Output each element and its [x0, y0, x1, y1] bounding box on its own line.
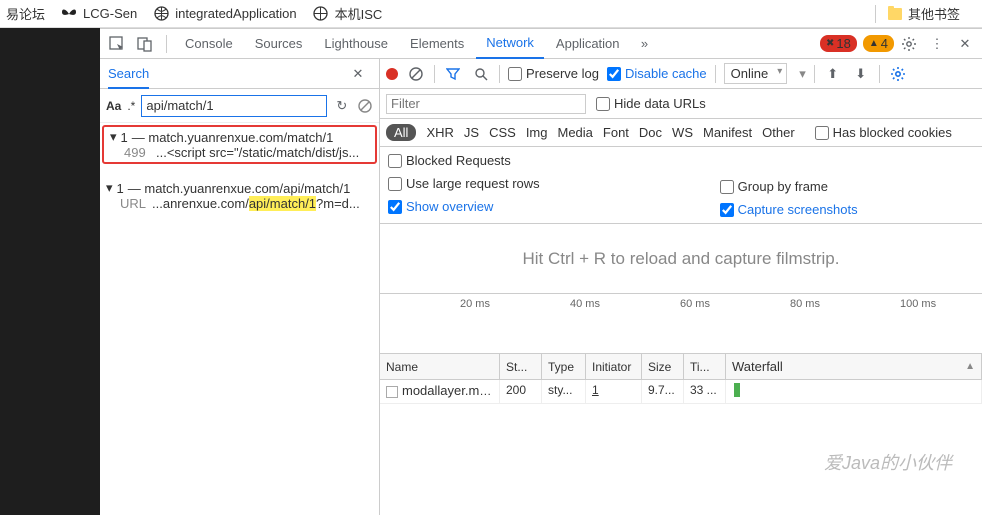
show-overview-checkbox[interactable]: Show overview	[388, 199, 540, 214]
filter-img[interactable]: Img	[526, 125, 548, 140]
blocked-cookies-checkbox[interactable]: Has blocked cookies	[815, 125, 952, 140]
filter-media[interactable]: Media	[557, 125, 592, 140]
network-settings-icon[interactable]	[888, 64, 908, 84]
devtools-tabs: Console Sources Lighthouse Elements Netw…	[100, 29, 982, 59]
bookmark-1[interactable]: 易论坛	[6, 4, 45, 23]
bookmark-2[interactable]: LCG-Sen	[61, 6, 137, 22]
folder-icon	[888, 8, 902, 20]
blocked-requests-checkbox[interactable]: Blocked Requests	[388, 153, 540, 168]
bookmark-4[interactable]: 本机ISC	[313, 4, 383, 23]
filter-css[interactable]: CSS	[489, 125, 516, 140]
filter-ws[interactable]: WS	[672, 125, 693, 140]
bookmark-3[interactable]: integratedApplication	[153, 6, 296, 22]
download-har-icon[interactable]: ⬇	[851, 64, 871, 84]
warning-count-badge[interactable]: ▲4	[863, 35, 894, 52]
devtools: Console Sources Lighthouse Elements Netw…	[100, 28, 982, 515]
clear-icon[interactable]	[406, 64, 426, 84]
table-row[interactable]: modallayer.mi... 200 sty... 1 9.7... 33 …	[380, 380, 982, 404]
filter-input[interactable]	[386, 94, 586, 114]
upload-har-icon[interactable]: ⬆	[823, 64, 843, 84]
kebab-icon[interactable]: ⋮	[924, 31, 950, 57]
watermark-text: 爱Java的小伙伴	[824, 449, 952, 475]
inspect-icon[interactable]	[104, 31, 130, 57]
tab-lighthouse[interactable]: Lighthouse	[314, 29, 398, 59]
tab-network[interactable]: Network	[476, 29, 544, 59]
filter-all[interactable]: All	[386, 124, 416, 141]
filter-font[interactable]: Font	[603, 125, 629, 140]
request-type-filters: All XHR JS CSS Img Media Font Doc WS Man…	[380, 119, 982, 147]
col-size[interactable]: Size	[642, 354, 684, 379]
clear-search-icon[interactable]	[356, 93, 373, 119]
requests-table: Name St... Type Initiator Size Ti... Wat…	[380, 354, 982, 515]
butterfly-icon	[61, 6, 77, 22]
globe-icon	[313, 6, 329, 22]
col-initiator[interactable]: Initiator	[586, 354, 642, 379]
regex-toggle[interactable]: .*	[127, 99, 135, 113]
device-icon[interactable]	[132, 31, 158, 57]
throttling-select[interactable]: Online	[724, 63, 788, 84]
settings-gear-icon[interactable]	[896, 31, 922, 57]
timeline-overview[interactable]: 20 ms 40 ms 60 ms 80 ms 100 ms	[380, 294, 982, 354]
col-name[interactable]: Name	[380, 354, 500, 379]
network-panel: Preserve log Disable cache Online ▾ ⬆ ⬇ …	[380, 59, 982, 515]
search-net-icon[interactable]	[471, 64, 491, 84]
globe-icon	[153, 6, 169, 22]
search-panel: Search ✕ Aa .* ↻ ▾1— match.yuanrenxue.co…	[100, 59, 380, 515]
filmstrip-hint: Hit Ctrl + R to reload and capture films…	[380, 224, 982, 294]
filter-icon[interactable]	[443, 64, 463, 84]
search-result-group-2[interactable]: ▾1— match.yuanrenxue.com/api/match/1 URL…	[100, 178, 379, 213]
more-tabs-icon[interactable]: »	[632, 31, 658, 57]
filter-xhr[interactable]: XHR	[426, 125, 453, 140]
col-waterfall[interactable]: Waterfall▲	[726, 354, 982, 379]
search-input[interactable]	[141, 95, 327, 117]
close-search-icon[interactable]: ✕	[345, 61, 371, 87]
col-time[interactable]: Ti...	[684, 354, 726, 379]
refresh-search-icon[interactable]: ↻	[333, 93, 350, 119]
col-status[interactable]: St...	[500, 354, 542, 379]
filter-js[interactable]: JS	[464, 125, 479, 140]
filter-doc[interactable]: Doc	[639, 125, 662, 140]
page-dark-area	[0, 28, 100, 515]
bookmarks-bar: 易论坛 LCG-Sen integratedApplication 本机ISC …	[0, 0, 982, 28]
other-bookmarks[interactable]: 其他书签	[888, 4, 960, 23]
hide-data-urls-checkbox[interactable]: Hide data URLs	[596, 96, 706, 111]
search-tab-label: Search	[108, 66, 149, 89]
record-icon[interactable]	[386, 68, 398, 80]
filter-other[interactable]: Other	[762, 125, 795, 140]
disable-cache-checkbox[interactable]: Disable cache	[607, 66, 707, 81]
search-result-group-1[interactable]: ▾1— match.yuanrenxue.com/match/1 499...<…	[102, 125, 377, 164]
error-count-badge[interactable]: ✖18	[820, 35, 857, 52]
capture-screenshots-checkbox[interactable]: Capture screenshots	[720, 202, 858, 217]
tab-elements[interactable]: Elements	[400, 29, 474, 59]
group-by-frame-checkbox[interactable]: Group by frame	[720, 179, 858, 194]
tab-console[interactable]: Console	[175, 29, 243, 59]
tab-sources[interactable]: Sources	[245, 29, 313, 59]
large-rows-checkbox[interactable]: Use large request rows	[388, 176, 540, 191]
close-devtools-icon[interactable]: ✕	[952, 31, 978, 57]
col-type[interactable]: Type	[542, 354, 586, 379]
tab-application[interactable]: Application	[546, 29, 630, 59]
filter-manifest[interactable]: Manifest	[703, 125, 752, 140]
preserve-log-checkbox[interactable]: Preserve log	[508, 66, 599, 81]
match-case-toggle[interactable]: Aa	[106, 99, 121, 113]
